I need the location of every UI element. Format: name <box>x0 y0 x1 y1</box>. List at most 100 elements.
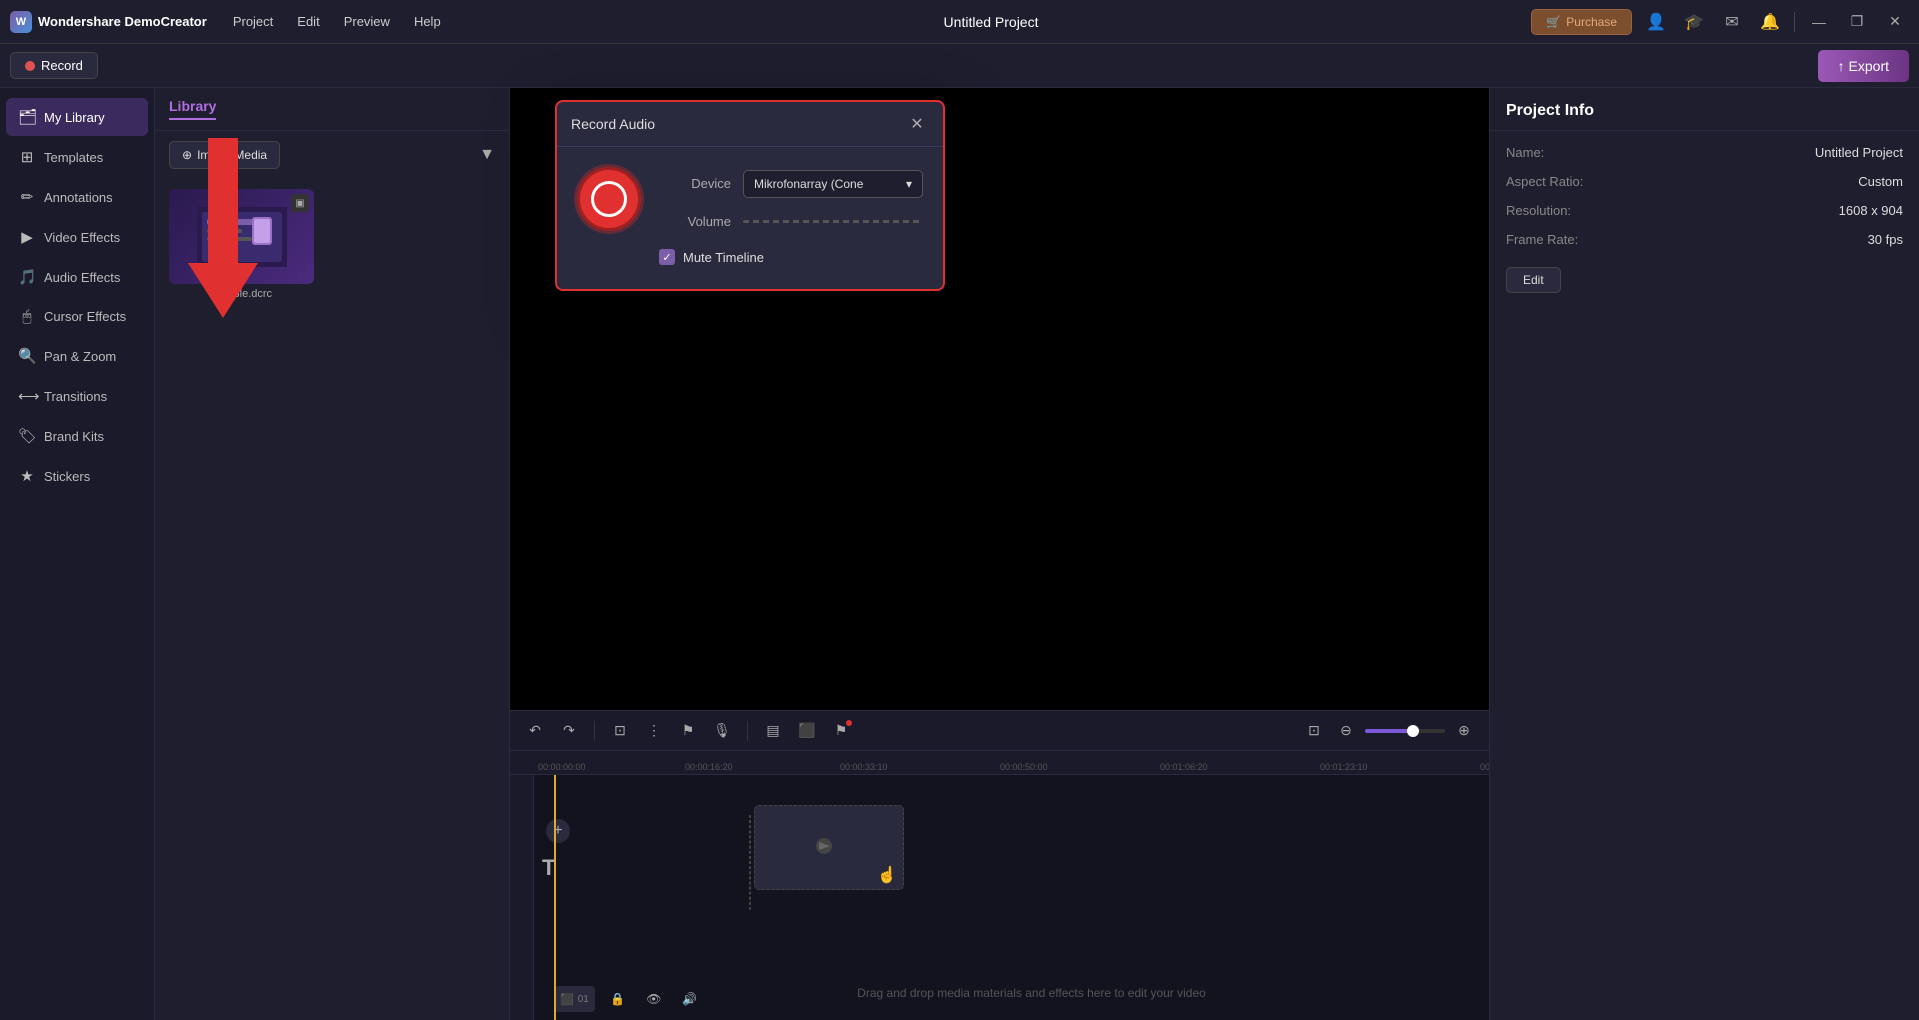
dialog-close-button[interactable]: ✕ <box>905 112 929 136</box>
sidebar-item-cursor-effects[interactable]: 🖱 Cursor Effects <box>6 298 148 335</box>
sidebar-item-stickers[interactable]: ★ Stickers <box>6 457 148 495</box>
track-lock-btn[interactable]: 🔒 <box>605 986 631 1012</box>
zoom-fit-button[interactable]: ⊡ <box>1301 718 1327 744</box>
comment-button[interactable]: ⬛ <box>794 718 820 744</box>
audio-effects-icon: 🎵 <box>18 268 36 286</box>
record-big-button[interactable] <box>577 167 641 231</box>
undo-button[interactable]: ↶ <box>522 718 548 744</box>
zoom-in-button[interactable]: ⊕ <box>1451 718 1477 744</box>
menu-edit[interactable]: Edit <box>287 10 329 33</box>
sidebar-item-annotations[interactable]: ✏ Annotations <box>6 178 148 216</box>
flag-button[interactable]: ⚑ <box>828 718 854 744</box>
divider <box>1794 12 1795 32</box>
graduation-icon[interactable]: 🎓 <box>1680 8 1708 36</box>
plus-icon: ⊕ <box>182 148 192 162</box>
user-icon[interactable]: 👤 <box>1642 8 1670 36</box>
zoom-thumb <box>1407 725 1419 737</box>
sidebar-item-transitions[interactable]: ⟷ Transitions <box>6 377 148 415</box>
volume-row: Volume <box>661 214 923 229</box>
minimize-button[interactable]: — <box>1805 8 1833 36</box>
device-select[interactable]: Mikrofonarray (Cone ▾ <box>743 170 923 198</box>
ruler-mark-3: 00:00:50:00 <box>1000 762 1048 772</box>
timeline-toolbar: ↶ ↷ ⊡ ⋮ ⚑ 🎙 ▤ ⬛ ⚑ ⊡ ⊖ ⊕ <box>510 711 1489 751</box>
track-audio-btn[interactable]: 🔊 <box>677 986 703 1012</box>
topbar-right: 🛒 Purchase 👤 🎓 ✉ 🔔 — ❐ ✕ <box>1531 8 1909 36</box>
sidebar-item-label: Pan & Zoom <box>44 349 116 364</box>
menu-bar: Project Edit Preview Help <box>223 10 451 33</box>
ruler-mark-1: 00:00:16:20 <box>685 762 733 772</box>
transitions-icon: ⟷ <box>18 387 36 405</box>
sidebar-item-pan-zoom[interactable]: 🔍 Pan & Zoom <box>6 337 148 375</box>
sidebar-item-label: My Library <box>44 110 105 125</box>
zoom-out-button[interactable]: ⊖ <box>1333 718 1359 744</box>
close-button[interactable]: ✕ <box>1881 8 1909 36</box>
sidebar-item-label: Cursor Effects <box>44 309 126 324</box>
info-row-resolution: Resolution: 1608 x 904 <box>1506 203 1903 218</box>
record-button[interactable]: Record <box>10 52 98 79</box>
library-icon: 🗂 <box>18 108 36 126</box>
stickers-icon: ★ <box>18 467 36 485</box>
device-row: Device Mikrofonarray (Cone ▾ <box>661 170 923 198</box>
value-resolution: 1608 x 904 <box>1839 203 1903 218</box>
split-button[interactable]: ⋮ <box>641 718 667 744</box>
drag-drop-text: Drag and drop media materials and effect… <box>857 986 1206 1000</box>
sidebar-item-label: Audio Effects <box>44 270 120 285</box>
media-thumbnail[interactable]: ▣ <box>169 189 314 284</box>
tl-divider-2 <box>747 721 748 741</box>
volume-slider[interactable] <box>743 220 923 223</box>
track-num: 01 <box>578 994 589 1005</box>
dialog-body: Device Mikrofonarray (Cone ▾ Volume ✓ <box>557 147 943 289</box>
drag-drop-area: Drag and drop media materials and effect… <box>574 805 1489 1000</box>
dialog-titlebar: Record Audio ✕ <box>557 102 943 147</box>
mic-button[interactable]: 🎙 <box>709 718 735 744</box>
record-audio-dialog[interactable]: Record Audio ✕ Device Mikrofonarray (Con… <box>555 100 945 291</box>
ruler-mark-4: 00:01:06:20 <box>1160 762 1208 772</box>
sidebar-item-audio-effects[interactable]: 🎵 Audio Effects <box>6 258 148 296</box>
media-panel-toolbar: ⊕ Import Media ▼ <box>155 131 509 179</box>
timeline-ruler: 00:00:00:00 00:00:16:20 00:00:33:10 00:0… <box>510 751 1489 775</box>
mute-checkbox[interactable]: ✓ <box>659 249 675 265</box>
sidebar-item-label: Annotations <box>44 190 113 205</box>
track-icons-row: ⬛ 01 🔒 👁 🔊 <box>554 986 703 1012</box>
maximize-button[interactable]: ❐ <box>1843 8 1871 36</box>
mail-icon[interactable]: ✉ <box>1718 8 1746 36</box>
menu-project[interactable]: Project <box>223 10 283 33</box>
tab-library[interactable]: Library <box>169 98 216 120</box>
purchase-button[interactable]: 🛒 Purchase <box>1531 9 1632 35</box>
media-grid: ▣ Sample.dcrc <box>155 179 509 310</box>
sidebar-item-label: Templates <box>44 150 103 165</box>
marker-button[interactable]: ⚑ <box>675 718 701 744</box>
list-item[interactable]: ▣ Sample.dcrc <box>169 189 314 300</box>
brand-kits-icon: 🏷 <box>18 427 36 445</box>
sidebar-item-brand-kits[interactable]: 🏷 Brand Kits <box>6 417 148 455</box>
track-visibility-btn[interactable]: 👁 <box>641 986 667 1012</box>
sidebar-item-video-effects[interactable]: ▶ Video Effects <box>6 218 148 256</box>
ruler-mark-5: 00:01:23:10 <box>1320 762 1368 772</box>
menu-preview[interactable]: Preview <box>334 10 400 33</box>
record-dot-icon <box>25 61 35 71</box>
edit-project-button[interactable]: Edit <box>1506 267 1561 293</box>
menu-help[interactable]: Help <box>404 10 451 33</box>
redo-button[interactable]: ↷ <box>556 718 582 744</box>
tl-divider-1 <box>594 721 595 741</box>
media-corner-icon: ▣ <box>291 194 309 212</box>
filter-button[interactable]: ▼ <box>479 146 495 164</box>
import-media-button[interactable]: ⊕ Import Media <box>169 141 280 169</box>
timeline-tracks: + T ☝ <box>534 775 1489 1020</box>
media-item-name: Sample.dcrc <box>169 288 314 300</box>
topbar: W Wondershare DemoCreator Project Edit P… <box>0 0 1919 44</box>
chevron-down-icon: ▾ <box>906 177 912 191</box>
sidebar-item-templates[interactable]: ⊞ Templates <box>6 138 148 176</box>
sidebar-item-my-library[interactable]: 🗂 My Library <box>6 98 148 136</box>
sidebar-item-label: Transitions <box>44 389 107 404</box>
project-info-header: Project Info <box>1490 88 1919 131</box>
ruler-mark-6: 00:01:40:00 <box>1480 762 1489 772</box>
export-button[interactable]: ↑ Export <box>1818 50 1909 82</box>
text-overlay-button[interactable]: ▤ <box>760 718 786 744</box>
volume-label: Volume <box>661 214 731 229</box>
add-track-button[interactable]: + <box>546 819 570 843</box>
bell-icon[interactable]: 🔔 <box>1756 8 1784 36</box>
zoom-slider[interactable] <box>1365 729 1445 733</box>
crop-timeline-button[interactable]: ⊡ <box>607 718 633 744</box>
sidebar-item-label: Brand Kits <box>44 429 104 444</box>
